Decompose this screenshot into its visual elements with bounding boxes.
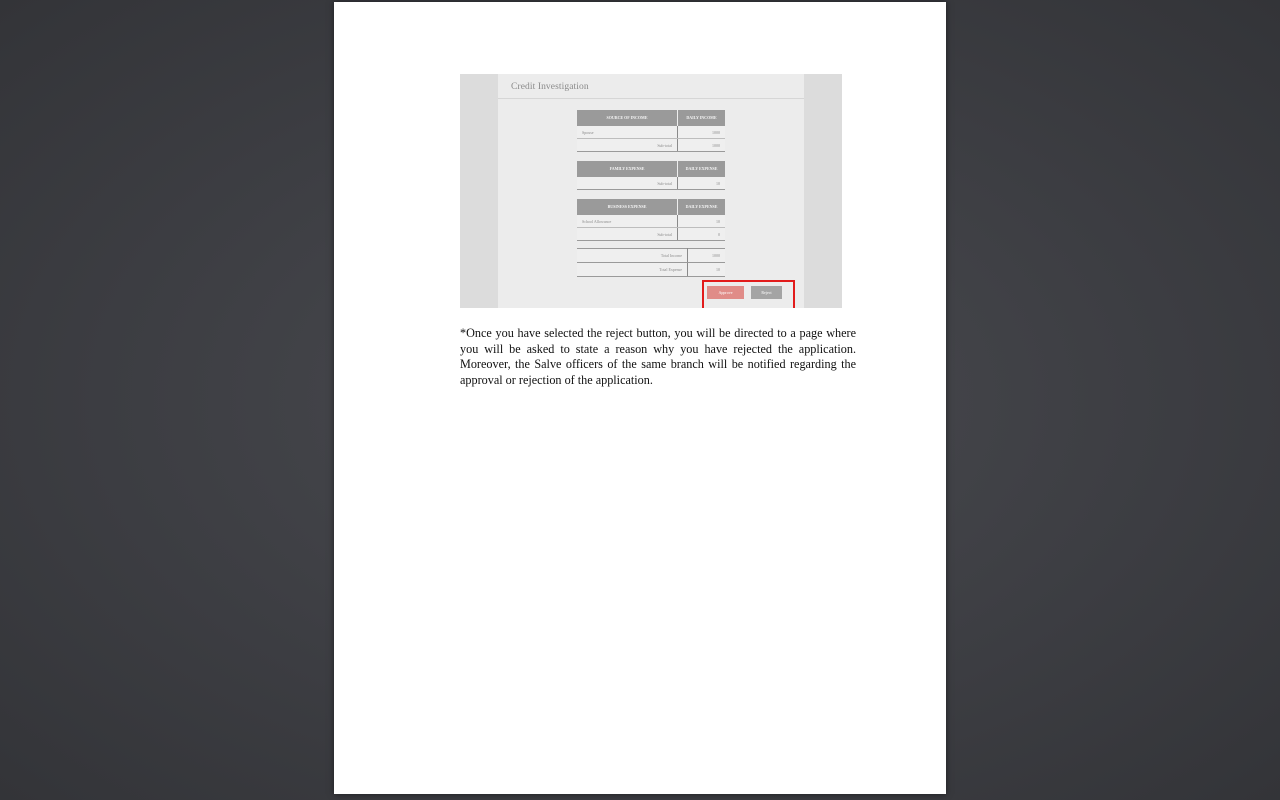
total-income-label: Total Income bbox=[577, 248, 688, 263]
subtotal-value: 0 bbox=[677, 227, 725, 241]
subtotal-label: Sub-total bbox=[577, 138, 678, 152]
total-expense-value: 10 bbox=[687, 262, 725, 277]
business-expense-table: BUSINESS EXPENSE DAILY EXPENSE School Al… bbox=[577, 199, 725, 241]
credit-investigation-title: Credit Investigation bbox=[511, 82, 589, 92]
family-expense-table: FAMILY EXPENSE DAILY EXPENSE Sub-total 1… bbox=[577, 161, 725, 190]
subtotal-value: 1000 bbox=[677, 138, 725, 152]
family-expense-header: FAMILY EXPENSE bbox=[577, 161, 678, 177]
subtotal-label: Sub-total bbox=[577, 177, 678, 190]
table-row: Sub-total 10 bbox=[577, 177, 725, 190]
subtotal-value: 10 bbox=[677, 177, 725, 190]
income-source-cell: Spouse bbox=[577, 126, 678, 139]
daily-expense-header: DAILY EXPENSE bbox=[677, 199, 725, 215]
total-expense-label: Total Expense bbox=[577, 262, 688, 277]
screenshot-left-margin bbox=[460, 74, 498, 308]
screenshot-right-margin bbox=[804, 74, 842, 308]
income-table: SOURCE OF INCOME DAILY INCOME Spouse 100… bbox=[577, 110, 725, 152]
subtotal-label: Sub-total bbox=[577, 227, 678, 241]
daily-income-header: DAILY INCOME bbox=[677, 110, 725, 126]
daily-expense-header: DAILY EXPENSE bbox=[677, 161, 725, 177]
table-row: Spouse 1000 bbox=[577, 126, 725, 139]
totals-table: Total Income 1000 Total Expense 10 bbox=[577, 248, 725, 277]
document-page: Credit Investigation SOURCE OF INCOME DA… bbox=[334, 2, 946, 794]
income-source-header: SOURCE OF INCOME bbox=[577, 110, 678, 126]
instruction-paragraph: *Once you have selected the reject butto… bbox=[460, 326, 856, 387]
expense-item-cell: School Allowance bbox=[577, 215, 678, 228]
total-income-value: 1000 bbox=[687, 248, 725, 263]
income-value-cell: 1000 bbox=[677, 126, 725, 139]
table-row: Total Expense 10 bbox=[577, 262, 725, 277]
title-divider bbox=[498, 98, 804, 99]
credit-investigation-panel: Credit Investigation SOURCE OF INCOME DA… bbox=[498, 74, 804, 308]
table-row: School Allowance 10 bbox=[577, 215, 725, 228]
expense-value-cell: 10 bbox=[677, 215, 725, 228]
highlight-box bbox=[702, 280, 795, 308]
table-row: Total Income 1000 bbox=[577, 248, 725, 263]
table-row: Sub-total 0 bbox=[577, 227, 725, 241]
table-row: Sub-total 1000 bbox=[577, 138, 725, 152]
business-expense-header: BUSINESS EXPENSE bbox=[577, 199, 678, 215]
embedded-screenshot: Credit Investigation SOURCE OF INCOME DA… bbox=[460, 74, 842, 308]
